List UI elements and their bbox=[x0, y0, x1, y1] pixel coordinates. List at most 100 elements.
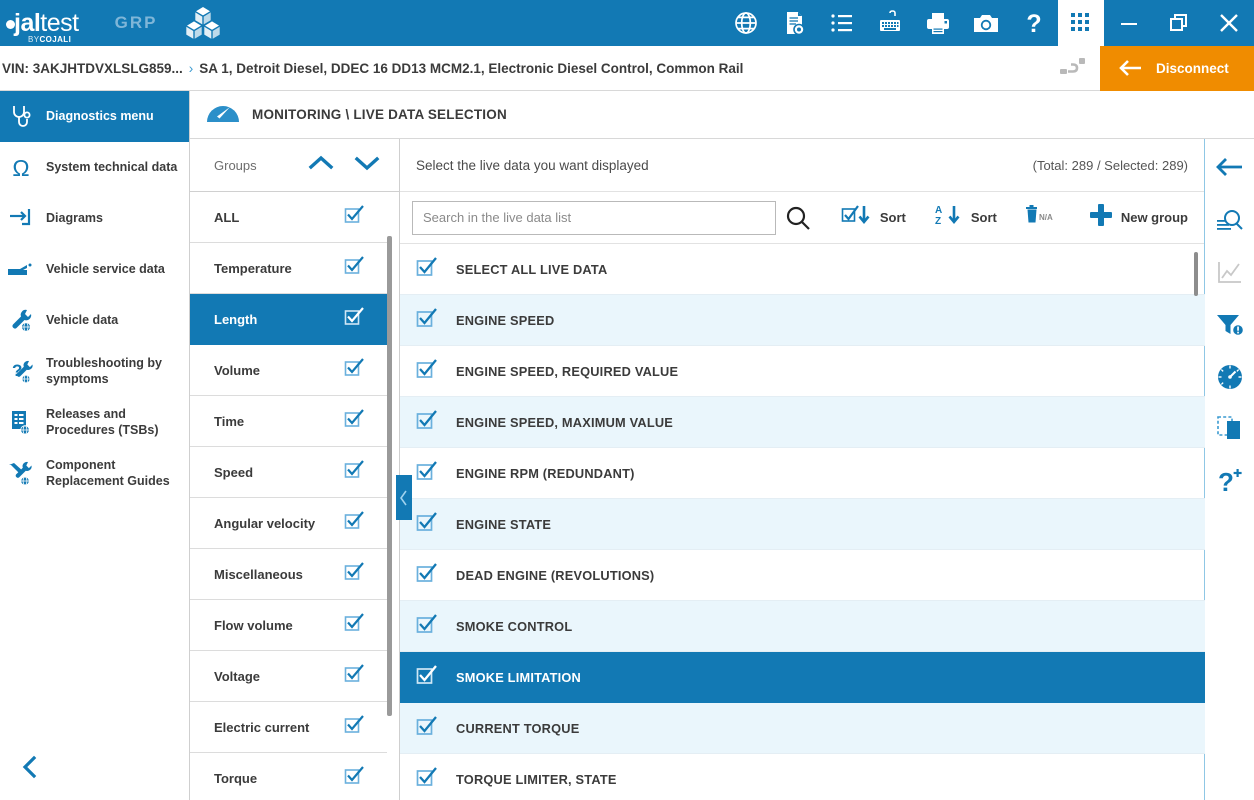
sidebar-item-label: Diagnostics menu bbox=[46, 108, 154, 123]
sidebar-item-troubleshooting-by-symptoms[interactable]: ? Troubleshooting by symptoms bbox=[0, 346, 189, 397]
new-group-button[interactable]: New group bbox=[1082, 202, 1194, 233]
group-checkbox[interactable] bbox=[344, 714, 365, 740]
question-plus-icon[interactable]: ? bbox=[1206, 455, 1254, 507]
row-checkbox[interactable] bbox=[416, 307, 438, 334]
live-data-row[interactable]: TORQUE LIMITER, STATE bbox=[400, 754, 1205, 800]
search-input[interactable] bbox=[423, 210, 765, 225]
group-checkbox[interactable] bbox=[344, 561, 365, 587]
group-checkbox[interactable] bbox=[344, 459, 365, 485]
disconnect-button[interactable]: Disconnect bbox=[1100, 45, 1254, 91]
row-label: ENGINE SPEED, MAXIMUM VALUE bbox=[456, 414, 674, 430]
sort-alpha-icon: A Z bbox=[932, 202, 964, 233]
row-checkbox[interactable] bbox=[416, 664, 438, 691]
group-row[interactable]: Flow volume bbox=[190, 600, 387, 651]
group-label: Flow volume bbox=[214, 617, 293, 633]
sidebar-item-component-replacement-guides[interactable]: Component Replacement Guides bbox=[0, 448, 189, 499]
group-checkbox[interactable] bbox=[344, 765, 365, 791]
row-checkbox[interactable] bbox=[416, 256, 438, 283]
group-row[interactable]: Voltage bbox=[190, 651, 387, 702]
group-checkbox[interactable] bbox=[344, 306, 365, 332]
camera-icon[interactable] bbox=[962, 0, 1010, 46]
group-row[interactable]: Torque bbox=[190, 753, 387, 800]
sidebar-item-vehicle-service-data[interactable]: Vehicle service data bbox=[0, 244, 189, 295]
document-search-icon[interactable] bbox=[770, 0, 818, 46]
sidebar-item-diagnostics-menu[interactable]: Diagnostics menu bbox=[0, 91, 189, 142]
sort-by-selection-button[interactable]: Sort bbox=[835, 203, 912, 232]
row-checkbox[interactable] bbox=[416, 460, 438, 487]
group-row[interactable]: ALL bbox=[190, 192, 387, 243]
live-data-row[interactable]: ENGINE SPEED, MAXIMUM VALUE bbox=[400, 397, 1205, 448]
chart-icon[interactable] bbox=[1206, 247, 1254, 299]
sidebar-item-vehicle-data[interactable]: Vehicle data bbox=[0, 295, 189, 346]
group-checkbox[interactable] bbox=[344, 663, 365, 689]
list-icon[interactable] bbox=[818, 0, 866, 46]
sidebar-collapse-button[interactable] bbox=[0, 742, 60, 792]
groups-scrollbar-thumb[interactable] bbox=[387, 236, 392, 716]
group-label: Electric current bbox=[214, 719, 310, 735]
chevron-up-icon[interactable] bbox=[307, 153, 335, 178]
row-checkbox[interactable] bbox=[416, 358, 438, 385]
sidebar-item-label: Vehicle service data bbox=[46, 261, 165, 276]
row-checkbox[interactable] bbox=[416, 715, 438, 742]
keyboard-icon[interactable] bbox=[866, 0, 914, 46]
live-data-row[interactable]: DEAD ENGINE (REVOLUTIONS) bbox=[400, 550, 1205, 601]
live-data-row[interactable]: CURRENT TORQUE bbox=[400, 703, 1205, 754]
breadcrumb-vin[interactable]: VIN: 3AKJHTDVXLSLG859... bbox=[2, 61, 183, 76]
obd-connector-icon[interactable] bbox=[1046, 55, 1100, 81]
sidebar-item-system-technical-data[interactable]: Ω System technical data bbox=[0, 142, 189, 193]
group-row[interactable]: Temperature bbox=[190, 243, 387, 294]
close-button[interactable] bbox=[1204, 0, 1254, 46]
live-data-row[interactable]: ENGINE STATE bbox=[400, 499, 1205, 550]
document-globe-icon bbox=[6, 410, 36, 436]
restore-button[interactable] bbox=[1154, 0, 1204, 46]
group-row-length[interactable]: Length bbox=[190, 294, 387, 345]
live-data-row-smoke-limitation[interactable]: SMOKE LIMITATION bbox=[400, 652, 1205, 703]
groups-list[interactable]: ALL Temperature Length Volume Time Speed… bbox=[190, 192, 387, 800]
live-data-row[interactable]: ENGINE RPM (REDUNDANT) bbox=[400, 448, 1205, 499]
live-data-scrollbar[interactable] bbox=[1192, 244, 1200, 800]
group-row[interactable]: Speed bbox=[190, 447, 387, 498]
chevron-down-icon[interactable] bbox=[353, 153, 381, 178]
panel-collapse-handle[interactable] bbox=[396, 475, 412, 520]
sidebar-item-releases-and-procedures[interactable]: Releases and Procedures (TSBs) bbox=[0, 397, 189, 448]
gauge-dial-icon[interactable] bbox=[1206, 351, 1254, 403]
apps-grid-icon[interactable] bbox=[1058, 0, 1104, 46]
group-row[interactable]: Electric current bbox=[190, 702, 387, 753]
groups-scrollbar[interactable] bbox=[386, 192, 393, 800]
live-data-row-select-all[interactable]: SELECT ALL LIVE DATA bbox=[400, 244, 1205, 295]
row-checkbox[interactable] bbox=[416, 562, 438, 589]
breadcrumb-system[interactable]: SA 1, Detroit Diesel, DDEC 16 DD13 MCM2.… bbox=[199, 61, 743, 76]
sidebar-item-diagrams[interactable]: Diagrams bbox=[0, 193, 189, 244]
search-box[interactable] bbox=[412, 200, 776, 235]
group-row[interactable]: Volume bbox=[190, 345, 387, 396]
live-data-scrollbar-thumb[interactable] bbox=[1194, 252, 1198, 296]
back-arrow-icon[interactable] bbox=[1206, 139, 1254, 195]
globe-icon[interactable] bbox=[722, 0, 770, 46]
group-checkbox[interactable] bbox=[344, 204, 365, 230]
group-checkbox[interactable] bbox=[344, 612, 365, 638]
group-checkbox[interactable] bbox=[344, 510, 365, 536]
group-checkbox[interactable] bbox=[344, 255, 365, 281]
filter-alert-icon[interactable] bbox=[1206, 299, 1254, 351]
row-checkbox[interactable] bbox=[416, 766, 438, 793]
row-checkbox[interactable] bbox=[416, 409, 438, 436]
minimize-button[interactable] bbox=[1104, 0, 1154, 46]
group-checkbox[interactable] bbox=[344, 408, 365, 434]
live-data-row[interactable]: SMOKE CONTROL bbox=[400, 601, 1205, 652]
printer-icon[interactable] bbox=[914, 0, 962, 46]
group-row[interactable]: Miscellaneous bbox=[190, 549, 387, 600]
delete-group-button[interactable]: N/A bbox=[1017, 203, 1070, 232]
live-data-row[interactable]: ENGINE SPEED, REQUIRED VALUE bbox=[400, 346, 1205, 397]
group-checkbox[interactable] bbox=[344, 357, 365, 383]
live-data-row[interactable]: ENGINE SPEED bbox=[400, 295, 1205, 346]
row-checkbox[interactable] bbox=[416, 511, 438, 538]
group-row[interactable]: Time bbox=[190, 396, 387, 447]
search-lines-icon[interactable] bbox=[1206, 195, 1254, 247]
group-row[interactable]: Angular velocity bbox=[190, 498, 387, 549]
magnifier-icon[interactable] bbox=[776, 204, 821, 232]
row-checkbox[interactable] bbox=[416, 613, 438, 640]
copy-icon[interactable] bbox=[1206, 403, 1254, 455]
live-data-list[interactable]: SELECT ALL LIVE DATA ENGINE SPEED ENGINE… bbox=[400, 244, 1205, 800]
help-icon[interactable]: ? bbox=[1010, 0, 1058, 46]
sort-alphabetical-button[interactable]: A Z Sort bbox=[926, 202, 1003, 233]
